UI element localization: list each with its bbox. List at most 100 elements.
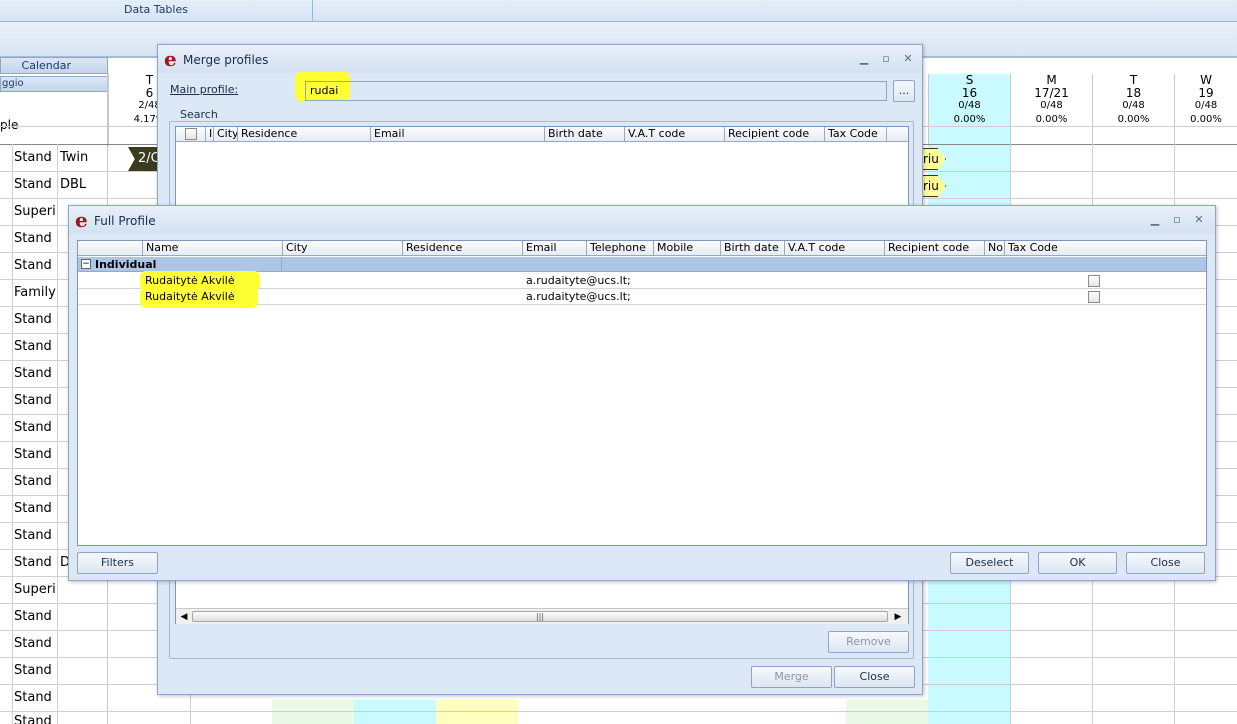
column-divider	[12, 144, 13, 724]
calendar-header-button[interactable]: Calendar	[0, 57, 108, 74]
profile-name: Rudaitytė Akvilė	[145, 274, 235, 287]
day-number: 17/21	[1034, 86, 1069, 100]
maximize-icon[interactable]: ▫	[1171, 214, 1183, 226]
tab-data-tables[interactable]: Data Tables	[0, 0, 313, 22]
room-type: Superi	[14, 582, 56, 597]
day-percent: 0.00%	[1190, 114, 1222, 125]
minimize-icon[interactable]: ▁	[858, 53, 870, 65]
column-header[interactable]: Birth date	[545, 127, 625, 142]
column-header[interactable]: City	[283, 241, 403, 256]
room-type: Stand	[14, 393, 52, 408]
filters-button[interactable]: Filters	[77, 552, 158, 574]
room-type: Stand	[14, 528, 52, 543]
day-occupancy: 0/48	[1194, 100, 1218, 111]
full-close-button[interactable]: Close	[1126, 552, 1205, 574]
yellow-cell	[436, 700, 518, 724]
column-header[interactable]: Name	[143, 241, 283, 256]
room-type: Stand	[14, 366, 52, 381]
table-row[interactable]: Rudaitytė Akvilė a.rudaityte@ucs.lt;	[78, 287, 1206, 308]
day-header-18: T 18 0/48 0.00%	[1092, 74, 1174, 146]
room-type: Stand	[14, 555, 52, 570]
day-header-17: M 17/21 0/48 0.00%	[1010, 74, 1092, 146]
close-icon[interactable]: ✕	[902, 53, 914, 65]
column-header[interactable]: Mobile	[654, 241, 721, 256]
column-header[interactable]: Residence	[238, 127, 371, 142]
room-bed: DBL	[60, 177, 87, 192]
maximize-icon[interactable]: ▫	[880, 53, 892, 65]
ok-button[interactable]: OK	[1038, 552, 1117, 574]
day-percent: 0.00%	[953, 114, 986, 125]
select-all-checkbox[interactable]	[185, 128, 197, 140]
room-type: Stand	[14, 258, 52, 273]
room-bed: Twin	[60, 150, 89, 165]
room-type: Stand	[14, 609, 52, 624]
day-number: 19	[1198, 86, 1214, 100]
room-type: Stand	[14, 312, 52, 327]
profiles-grid[interactable]: Name City Residence Email Telephone Mobi…	[77, 240, 1207, 546]
profile-name: Rudaitytė Akvilė	[145, 290, 235, 303]
room-type: Stand	[14, 690, 52, 705]
column-header[interactable]: No	[985, 241, 1005, 256]
column-header[interactable]: Recipient code	[725, 127, 825, 142]
room-type: Stand	[14, 663, 52, 678]
room-type: Superi	[14, 204, 56, 219]
column-header[interactable]: Telephone	[587, 241, 654, 256]
column-header[interactable]: I	[206, 127, 214, 142]
room-type: Stand	[14, 501, 52, 516]
column-header[interactable]: Email	[371, 127, 545, 142]
grid-line	[0, 711, 1237, 712]
close-icon[interactable]: ✕	[1193, 214, 1205, 226]
column-header[interactable]: City	[214, 127, 238, 142]
merge-button[interactable]: Merge	[751, 666, 832, 688]
day-occupancy: 0/48	[958, 100, 981, 111]
collapse-icon[interactable]: −	[81, 259, 91, 269]
day-number: 18	[1125, 86, 1142, 100]
scroll-right-icon[interactable]: ▶	[892, 611, 904, 623]
main-profile-input[interactable]: rudai	[305, 81, 887, 101]
column-divider	[281, 257, 282, 272]
horizontal-scrollbar[interactable]: ◀ ||| ▶	[176, 608, 908, 624]
row-checkbox[interactable]	[1088, 275, 1100, 287]
day-occupancy: 0/48	[1040, 100, 1063, 111]
day-occupancy: 0/48	[1122, 100, 1145, 111]
room-type: Stand	[14, 636, 52, 651]
remove-button[interactable]: Remove	[828, 631, 909, 653]
room-type: Stand	[14, 714, 52, 724]
row-checkbox[interactable]	[1088, 291, 1100, 303]
merge-close-button[interactable]: Close	[834, 666, 915, 688]
select-all-header[interactable]	[176, 127, 206, 142]
weekend-cell	[272, 700, 354, 724]
column-header[interactable]: Residence	[403, 241, 523, 256]
column-header	[78, 241, 143, 256]
day-percent: 0.00%	[1117, 114, 1150, 125]
main-profile-label: Main profile:	[170, 83, 239, 96]
column-header[interactable]: Birth date	[721, 241, 785, 256]
column-header[interactable]: V.A.T code	[625, 127, 725, 142]
column-header[interactable]: Tax Code	[825, 127, 887, 142]
column-header[interactable]: V.A.T code	[785, 241, 885, 256]
group-row-individual[interactable]: − Individual	[78, 257, 1206, 272]
scroll-thumb[interactable]: |||	[192, 611, 888, 622]
column-header[interactable]: Email	[523, 241, 587, 256]
column-divider	[57, 144, 58, 724]
column-header[interactable]: Recipient code	[885, 241, 985, 256]
people-label: ple	[0, 118, 19, 132]
room-type: Stand	[14, 420, 52, 435]
room-type: Stand	[14, 177, 52, 192]
room-type: Stand	[14, 231, 52, 246]
minimize-icon[interactable]: ▁	[1149, 214, 1161, 226]
room-type: Stand	[14, 150, 52, 165]
full-profile-dialog: e Full Profile ▁ ▫ ✕ Name City Residence…	[68, 205, 1216, 581]
full-profile-title: Full Profile	[94, 214, 156, 228]
day-header-19: W 19 0/48 0.00%	[1174, 74, 1237, 146]
full-profile-titlebar[interactable]: e Full Profile ▁ ▫ ✕	[69, 206, 1215, 234]
scroll-left-icon[interactable]: ◀	[178, 611, 190, 623]
room-type: Stand	[14, 339, 52, 354]
cyan-cell	[354, 700, 436, 724]
room-type: Family	[14, 285, 56, 300]
group-label: Individual	[95, 258, 157, 271]
merge-dialog-titlebar[interactable]: e Merge profiles ▁ ▫ ✕	[158, 45, 922, 73]
browse-button[interactable]: ...	[893, 80, 915, 102]
deselect-button[interactable]: Deselect	[950, 552, 1029, 574]
column-header[interactable]: Tax Code	[1005, 241, 1206, 256]
